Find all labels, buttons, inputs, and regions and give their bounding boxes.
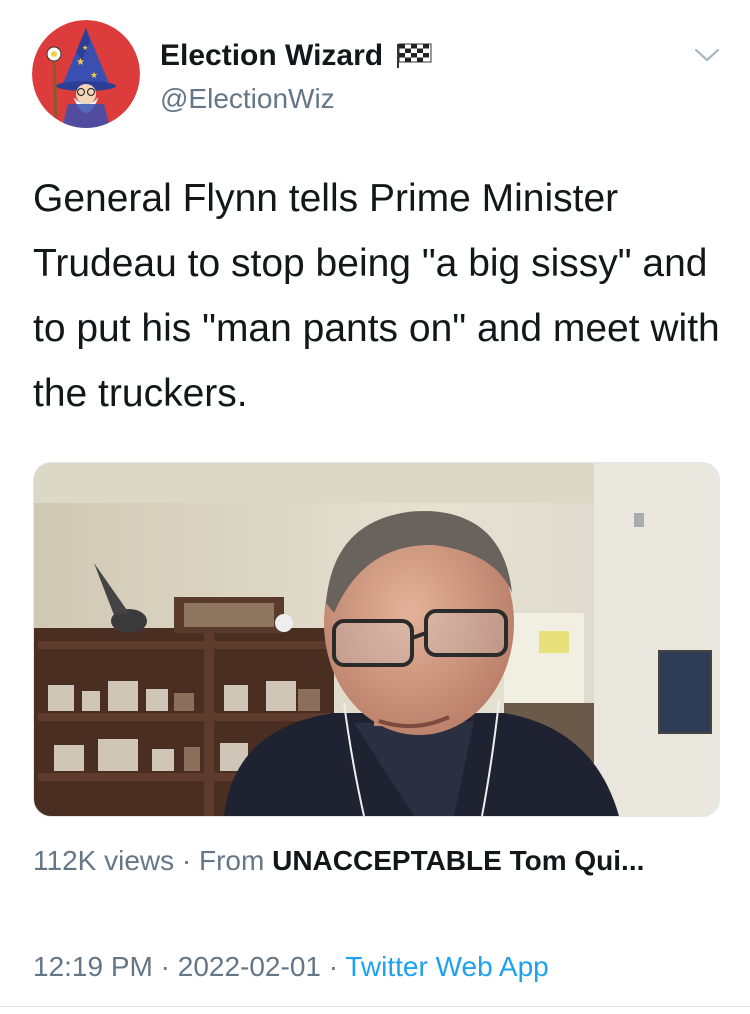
- display-name-text: Election Wizard: [160, 39, 384, 72]
- svg-text:★: ★: [90, 71, 98, 81]
- video-player[interactable]: [33, 462, 720, 817]
- from-label: From: [199, 845, 265, 876]
- tweet-text: General Flynn tells Prime Minister Trude…: [33, 177, 720, 415]
- svg-text:★: ★: [76, 57, 85, 68]
- chevron-down-icon[interactable]: [692, 45, 722, 65]
- user-handle[interactable]: @ElectionWiz: [160, 82, 335, 116]
- separator-dot: ·: [328, 951, 346, 982]
- wizard-avatar-image: ★ ★ ★: [32, 20, 140, 128]
- tweet-timestamp: 12:19 PM · 2022-02-01 · Twitter Web App: [33, 948, 549, 986]
- tweet-time[interactable]: 12:19 PM: [33, 951, 153, 982]
- video-meta: 112K views · From UNACCEPTABLE Tom Qui..…: [33, 842, 644, 880]
- view-count: 112K views: [33, 845, 175, 876]
- video-source-link[interactable]: UNACCEPTABLE Tom Qui...: [272, 845, 644, 876]
- separator-dot: ·: [181, 845, 199, 876]
- source-app-link[interactable]: Twitter Web App: [345, 951, 548, 982]
- video-thumbnail: [34, 463, 719, 816]
- divider: [0, 1006, 750, 1007]
- svg-text:★: ★: [82, 44, 88, 52]
- tweet: ★ ★ ★ Election Wizard @ElectionWiz Gener…: [0, 0, 750, 1014]
- separator-dot: ·: [160, 951, 178, 982]
- tweet-date[interactable]: 2022-02-01: [178, 951, 321, 982]
- checkered-flag-icon: [395, 41, 433, 68]
- avatar[interactable]: ★ ★ ★: [32, 20, 140, 128]
- display-name[interactable]: Election Wizard: [160, 38, 433, 74]
